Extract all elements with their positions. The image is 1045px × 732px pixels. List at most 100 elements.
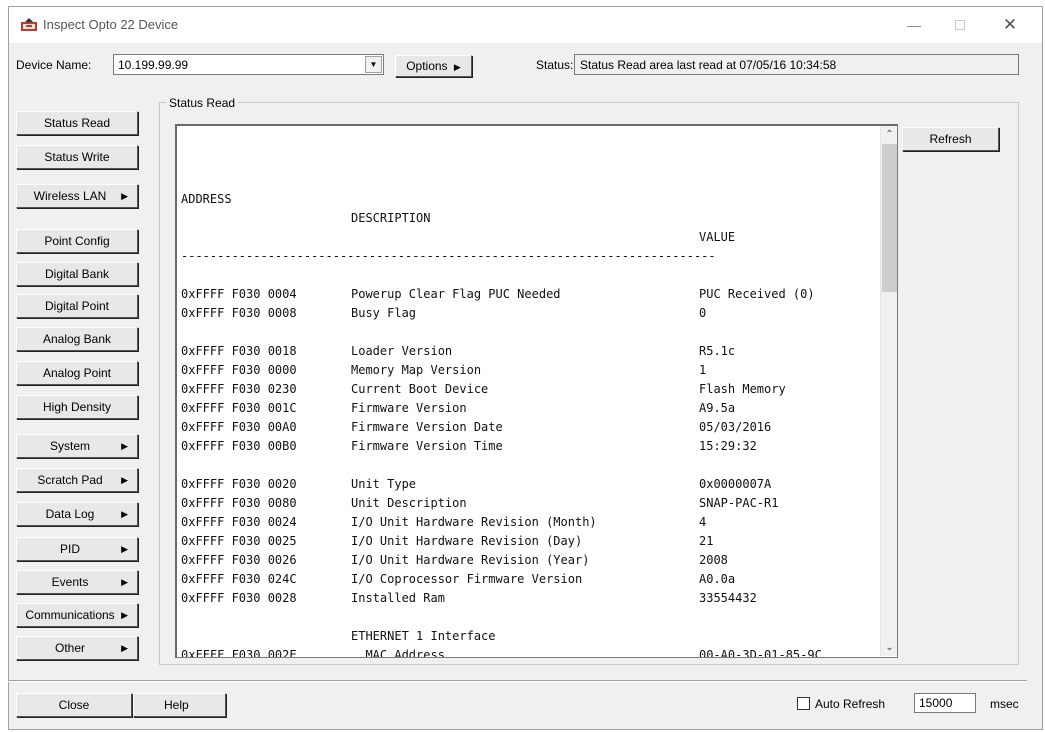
submenu-arrow-icon: ▶ — [121, 191, 128, 201]
table-row: 0xFFFF F030 0000 Memory Map Version 1 — [181, 361, 706, 380]
row-value: PUC Received (0) — [699, 287, 815, 301]
row-value: SNAP-PAC-R1 — [699, 496, 779, 510]
row-description: I/O Coprocessor Firmware Version — [351, 572, 583, 586]
row-description: Current Boot Device — [351, 382, 489, 396]
sidebar-item-digital-bank[interactable]: Digital Bank — [16, 262, 138, 286]
row-address: 0xFFFF F030 0024 — [181, 515, 297, 529]
interval-unit: msec — [990, 697, 1019, 711]
row-value: 4 — [699, 515, 707, 529]
sidebar-item-system[interactable]: System ▶ — [16, 434, 138, 458]
sidebar-item-point-config[interactable]: Point Config — [16, 229, 138, 253]
sidebar-item-label: Digital Bank — [44, 267, 110, 281]
table-row — [181, 608, 224, 627]
scroll-down-icon[interactable]: ⌄ — [881, 639, 897, 656]
sidebar-item-analog-bank[interactable]: Analog Bank — [16, 327, 138, 351]
row-description: Firmware Version Time — [351, 439, 503, 453]
auto-refresh-checkbox[interactable] — [797, 697, 810, 710]
title-bar: Inspect Opto 22 Device — ✕ — [9, 7, 1042, 43]
refresh-interval-input[interactable]: 15000 — [914, 693, 976, 713]
submenu-arrow-icon: ▶ — [121, 577, 128, 587]
device-name-label: Device Name: — [16, 58, 92, 72]
row-description: I/O Unit Hardware Revision (Month) — [351, 515, 597, 529]
group-title: Status Read — [166, 96, 239, 110]
sidebar-item-label: PID — [59, 542, 80, 556]
row-description: Busy Flag — [351, 306, 417, 320]
sidebar-item-label: Analog Bank — [42, 332, 112, 346]
sidebar-item-status-read[interactable]: Status Read — [16, 111, 138, 135]
sidebar-item-label: Wireless LAN — [33, 189, 107, 203]
row-description: I/O Unit Hardware Revision (Year) — [351, 553, 590, 567]
row-value: 0 — [699, 306, 707, 320]
scroll-thumb[interactable] — [882, 144, 897, 292]
sidebar-item-label: System — [49, 439, 90, 453]
sidebar-item-label: Status Write — [44, 150, 110, 164]
close-button[interactable]: Close — [16, 693, 132, 717]
listing-text: ADDRESS DESCRIPTION VALUE --------------… — [181, 133, 822, 657]
table-row: 0xFFFF F030 002E MAC Address 00-A0-3D-01-… — [181, 646, 822, 657]
row-address: 0xFFFF F030 0008 — [181, 306, 297, 320]
submenu-arrow-icon: ▶ — [121, 544, 128, 554]
minimize-button[interactable]: — — [899, 15, 929, 35]
row-address: 0xFFFF F030 0004 — [181, 287, 297, 301]
row-address: 0xFFFF F030 0026 — [181, 553, 297, 567]
sidebar-item-digital-point[interactable]: Digital Point — [16, 294, 138, 318]
table-row: 0xFFFF F030 001C Firmware Version A9.5a — [181, 399, 735, 418]
row-address: 0xFFFF F030 0000 — [181, 363, 297, 377]
row-value: Flash Memory — [699, 382, 786, 396]
row-address: 0xFFFF F030 002E — [181, 648, 297, 658]
footer-divider — [8, 680, 1027, 682]
table-row: 0xFFFF F030 00A0 Firmware Version Date 05/… — [181, 418, 771, 437]
table-row: 0xFFFF F030 0024 I/O Unit Hardware Revisi… — [181, 513, 706, 532]
options-button[interactable]: Options ▶ — [395, 55, 472, 77]
sidebar-item-label: Digital Point — [44, 299, 110, 313]
sidebar-item-communications[interactable]: Communications ▶ — [16, 603, 138, 627]
sidebar-item-data-log[interactable]: Data Log ▶ — [16, 502, 138, 526]
sidebar-item-wireless-lan[interactable]: Wireless LAN ▶ — [16, 184, 138, 208]
auto-refresh-label: Auto Refresh — [815, 697, 886, 711]
row-description: MAC Address — [351, 648, 445, 658]
table-row: 0xFFFF F030 0026 I/O Unit Hardware Revisi… — [181, 551, 728, 570]
table-row: 0xFFFF F030 0080 Unit Description SNAP-PAC… — [181, 494, 778, 513]
table-row: 0xFFFF F030 0008 Busy Flag 0 — [181, 304, 706, 323]
sidebar-item-label: Scratch Pad — [37, 473, 103, 487]
row-description: Firmware Version Date — [351, 420, 503, 434]
sidebar-item-high-density[interactable]: High Density — [16, 395, 138, 419]
table-row: ETHERNET 1 Interface — [181, 627, 496, 646]
table-row: 0xFFFF F030 0028 Installed Ram 33554432 — [181, 589, 757, 608]
row-description: Unit Description — [351, 496, 467, 510]
header-value: VALUE — [699, 230, 736, 244]
header-description: DESCRIPTION — [351, 211, 431, 225]
sidebar-item-pid[interactable]: PID ▶ — [16, 537, 138, 561]
sidebar-item-analog-point[interactable]: Analog Point — [16, 361, 138, 385]
sidebar-item-label: Analog Point — [42, 366, 112, 380]
refresh-button[interactable]: Refresh — [902, 127, 999, 151]
sidebar-item-status-write[interactable]: Status Write — [16, 145, 138, 169]
device-name-combo[interactable]: 10.199.99.99 ▼ — [113, 54, 384, 75]
submenu-arrow-icon: ▶ — [121, 441, 128, 451]
vertical-scrollbar[interactable]: ⌃ ⌄ — [880, 126, 897, 656]
table-row: 0xFFFF F030 0004 Powerup Clear Flag PUC N… — [181, 285, 815, 304]
maximize-button[interactable] — [945, 15, 975, 35]
row-value: A9.5a — [699, 401, 736, 415]
row-address: 0xFFFF F030 001C — [181, 401, 297, 415]
table-row: 0xFFFF F030 0025 I/O Unit Hardware Revisi… — [181, 532, 713, 551]
status-listing[interactable]: ADDRESS DESCRIPTION VALUE --------------… — [175, 124, 898, 658]
close-window-button[interactable]: ✕ — [995, 15, 1025, 35]
row-address: 0xFFFF F030 0080 — [181, 496, 297, 510]
scroll-up-icon[interactable]: ⌃ — [881, 126, 897, 143]
row-address: 0xFFFF F030 024C — [181, 572, 297, 586]
table-row: 0xFFFF F030 00B0 Firmware Version Time 15:… — [181, 437, 757, 456]
submenu-arrow-icon: ▶ — [121, 509, 128, 519]
row-description: Unit Type — [351, 477, 417, 491]
sidebar-item-scratch-pad[interactable]: Scratch Pad ▶ — [16, 468, 138, 492]
window-title: Inspect Opto 22 Device — [43, 17, 179, 32]
row-address: 0xFFFF F030 0025 — [181, 534, 297, 548]
sidebar-item-label: Communications — [25, 608, 115, 622]
submenu-arrow-icon: ▶ — [121, 643, 128, 653]
help-button[interactable]: Help — [133, 693, 226, 717]
sidebar-item-other[interactable]: Other ▶ — [16, 636, 138, 660]
header-address: ADDRESS — [181, 192, 232, 206]
down-triangle-icon[interactable]: ▼ — [365, 56, 382, 73]
row-description: Memory Map Version — [351, 363, 482, 377]
sidebar-item-events[interactable]: Events ▶ — [16, 570, 138, 594]
